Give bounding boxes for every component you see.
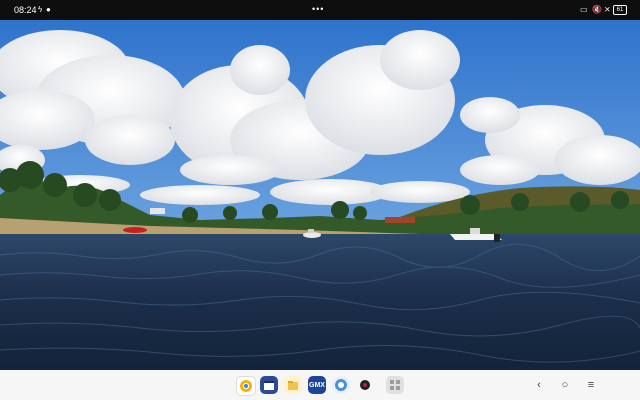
charging-bolt-icon: ϟ bbox=[38, 5, 43, 14]
building-roof bbox=[385, 217, 415, 223]
status-time: 08:24 bbox=[14, 5, 37, 15]
gmx-app-icon[interactable]: GMX bbox=[308, 376, 326, 394]
chrome-app-icon[interactable] bbox=[236, 376, 256, 396]
mute-icon: 🔇 bbox=[592, 5, 602, 14]
building bbox=[150, 208, 165, 214]
more-dots-icon[interactable]: ••• bbox=[312, 4, 324, 14]
notification-dot-icon: ● bbox=[46, 5, 51, 14]
files-app-icon[interactable] bbox=[284, 376, 302, 394]
menu-icon[interactable]: ≡ bbox=[584, 377, 598, 393]
calendar-app-icon[interactable] bbox=[260, 376, 278, 394]
red-boat bbox=[123, 227, 147, 233]
status-bar: 08:24 ϟ ● ••• ▭ 🔇 ⨯ 61 bbox=[0, 0, 640, 20]
battery-icon: 61 bbox=[613, 5, 627, 15]
home-icon[interactable]: ○ bbox=[558, 377, 572, 393]
wifi-off-icon: ⨯ bbox=[604, 5, 611, 14]
camera-app-icon[interactable] bbox=[356, 376, 374, 394]
app-drawer-icon[interactable] bbox=[386, 376, 404, 394]
cast-icon: ▭ bbox=[580, 5, 588, 14]
taskbar: GMX ‹ ○ ≡ bbox=[0, 370, 640, 400]
landscape-photo bbox=[0, 20, 640, 370]
back-icon[interactable]: ‹ bbox=[532, 377, 546, 393]
assistant-app-icon[interactable] bbox=[332, 376, 350, 394]
